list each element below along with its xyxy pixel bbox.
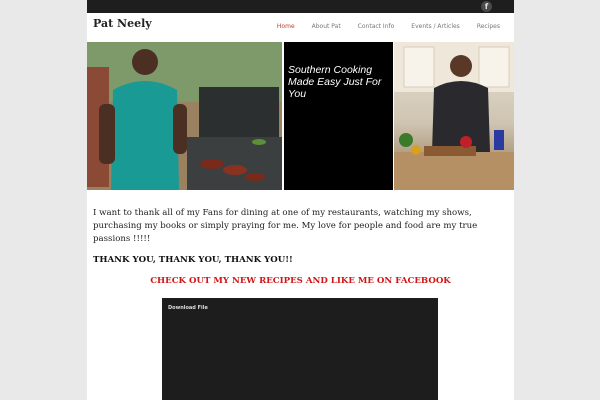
main-nav: Home About Pat Contact Info Events / Art… xyxy=(277,23,500,30)
nav-recipes[interactable]: Recipes xyxy=(477,23,500,30)
thanks-heading: THANK YOU, THANK YOU, THANK YOU!! xyxy=(93,255,293,265)
site-header: Pat Neely Home About Pat Contact Info Ev… xyxy=(87,13,514,42)
nav-events-articles[interactable]: Events / Articles xyxy=(411,23,460,30)
page-container: Pat Neely Home About Pat Contact Info Ev… xyxy=(87,13,514,400)
grilling-photo xyxy=(87,42,282,190)
site-title[interactable]: Pat Neely xyxy=(93,17,152,30)
intro-text: I want to thank all of my Fans for dinin… xyxy=(93,208,478,244)
download-file-link[interactable]: Download File xyxy=(168,305,208,311)
facebook-cta-link[interactable]: CHECK OUT MY NEW RECIPES AND LIKE ME ON … xyxy=(87,276,514,286)
top-bar: f xyxy=(87,0,514,13)
kitchen-photo xyxy=(394,42,514,190)
video-embed[interactable]: Download File xyxy=(162,298,438,400)
hero-tagline: Southern Cooking Made Easy Just For You xyxy=(288,64,382,100)
hero-banner: Southern Cooking Made Easy Just For You xyxy=(87,42,514,190)
intro-section: I want to thank all of my Fans for dinin… xyxy=(93,207,503,246)
tagline-panel: Southern Cooking Made Easy Just For You xyxy=(284,42,393,190)
nav-about-pat[interactable]: About Pat xyxy=(312,23,341,30)
facebook-icon[interactable]: f xyxy=(481,1,492,12)
nav-contact-info[interactable]: Contact Info xyxy=(358,23,395,30)
nav-home[interactable]: Home xyxy=(277,23,295,30)
